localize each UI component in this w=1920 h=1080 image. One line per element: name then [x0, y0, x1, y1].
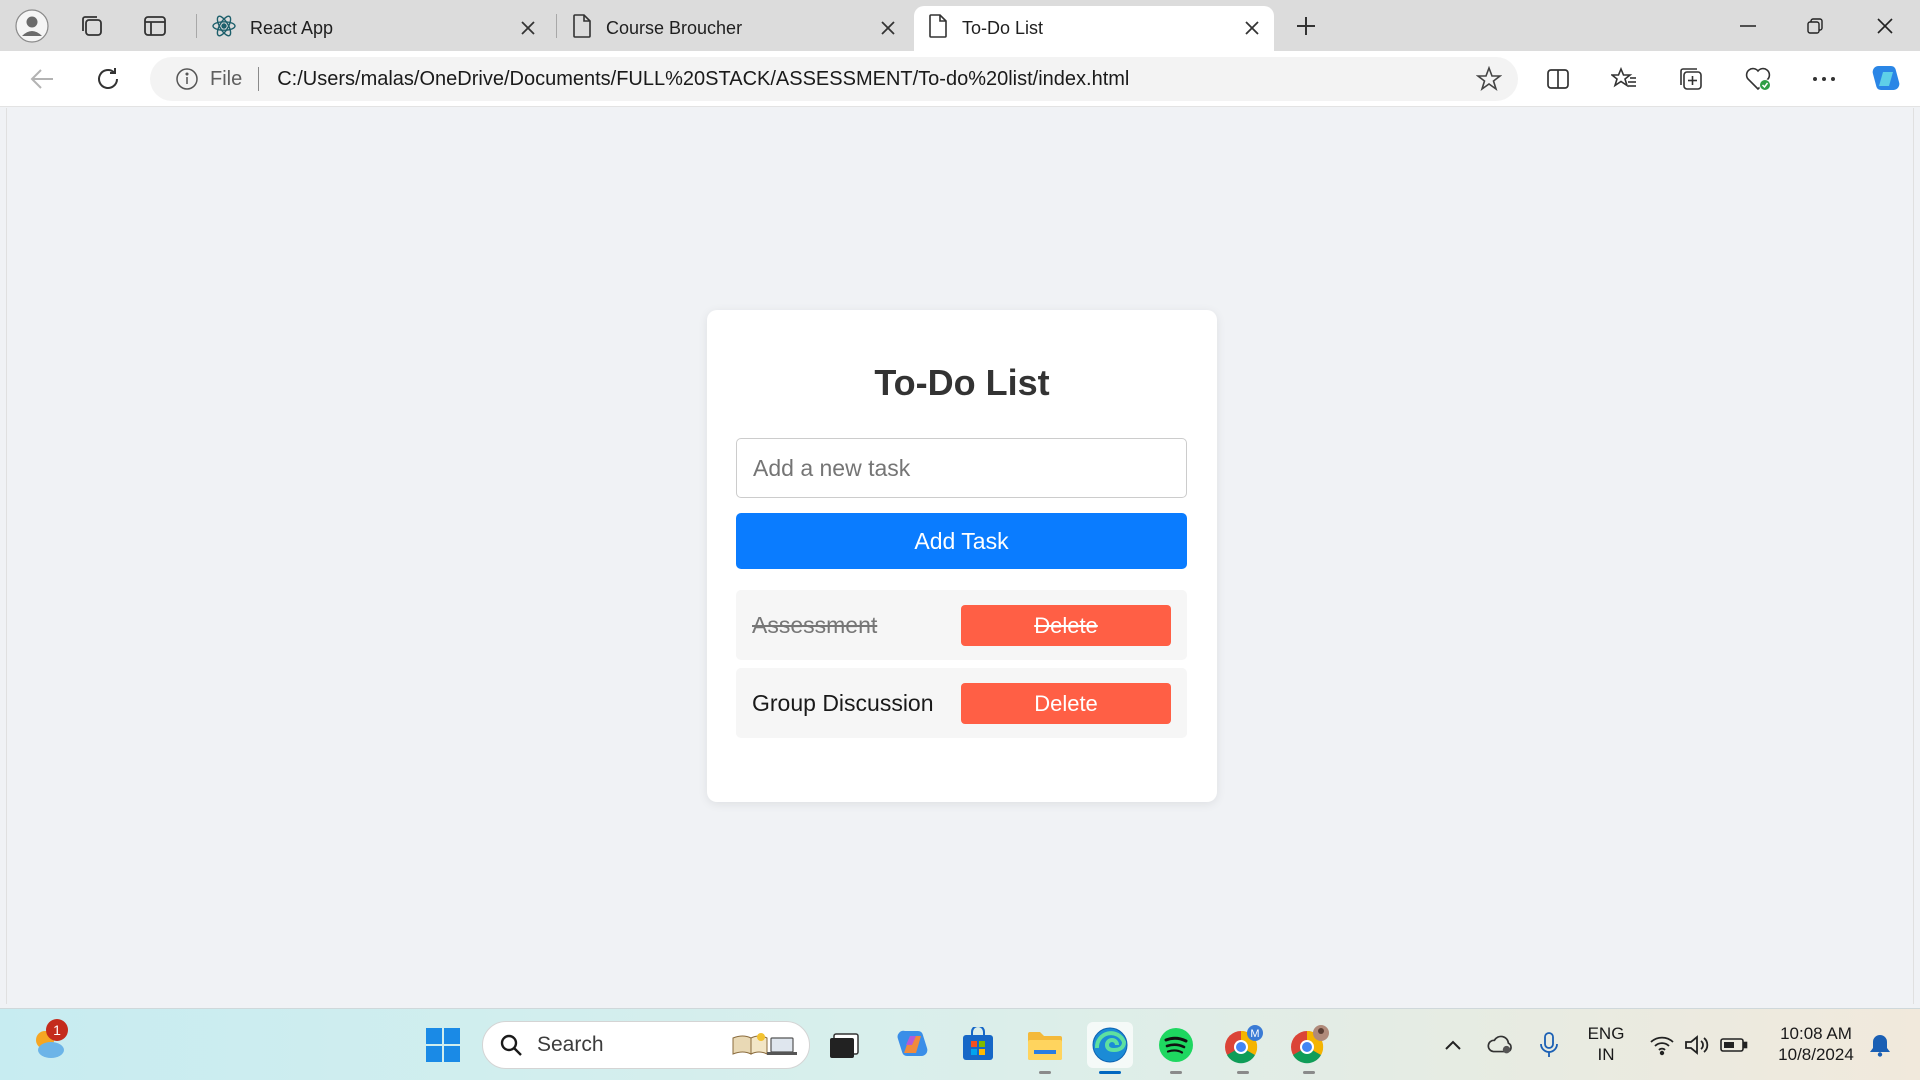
region-code: IN — [1597, 1045, 1615, 1064]
task-text[interactable]: Group Discussion — [752, 690, 934, 717]
system-clock[interactable]: 10:08 AM 10/8/2024 — [1764, 1023, 1868, 1065]
close-icon[interactable] — [516, 16, 540, 40]
more-options-icon[interactable] — [1804, 59, 1844, 99]
microsoft-store-icon[interactable] — [955, 1022, 1001, 1068]
svg-text:M: M — [1250, 1028, 1259, 1040]
url-text[interactable]: C:/Users/malas/OneDrive/Documents/FULL%2… — [277, 68, 1129, 91]
minimize-icon[interactable] — [1715, 0, 1781, 51]
edge-browser-icon[interactable] — [1087, 1022, 1133, 1074]
tab-title: To-Do List — [962, 18, 1044, 38]
notification-bell-icon[interactable] — [1866, 1031, 1894, 1059]
new-task-input[interactable] — [736, 438, 1187, 498]
taskbar-search[interactable]: Search — [482, 1021, 810, 1069]
search-icon — [497, 1031, 525, 1059]
battery-icon[interactable] — [1720, 1031, 1748, 1059]
search-highlight-icon — [731, 1032, 797, 1058]
clock-time: 10:08 AM — [1780, 1024, 1852, 1043]
close-window-icon[interactable] — [1852, 0, 1918, 51]
chrome-profile-photo-icon[interactable] — [1286, 1022, 1332, 1074]
split-screen-icon[interactable] — [1538, 59, 1578, 99]
browser-toolbar: File C:/Users/malas/OneDrive/Documents/F… — [0, 51, 1920, 107]
task-view-icon[interactable] — [821, 1022, 867, 1068]
refresh-icon[interactable] — [88, 59, 128, 99]
volume-icon[interactable] — [1684, 1031, 1712, 1059]
clock-date: 10/8/2024 — [1778, 1045, 1854, 1064]
file-explorer-icon[interactable] — [1022, 1022, 1068, 1074]
copilot-app-icon[interactable] — [889, 1022, 935, 1068]
tab-title: Course Broucher — [606, 18, 743, 38]
microphone-icon[interactable] — [1535, 1031, 1563, 1059]
restore-icon[interactable] — [1782, 0, 1848, 51]
task-text[interactable]: Assessment — [752, 612, 877, 639]
windows-taskbar: 1 Search M ENG IN 10:08 AM 10/8/2024 — [0, 1008, 1920, 1080]
collections-icon[interactable] — [1671, 59, 1711, 99]
chrome-profile-m-icon[interactable]: M — [1220, 1022, 1266, 1074]
new-tab-icon[interactable] — [1287, 7, 1325, 45]
language-code: ENG — [1587, 1024, 1625, 1043]
copilot-icon[interactable] — [1866, 59, 1906, 99]
tab-course-broucher[interactable]: Course Broucher — [558, 6, 910, 51]
favorites-icon[interactable] — [1604, 59, 1644, 99]
search-placeholder: Search — [537, 1033, 604, 1056]
close-icon[interactable] — [876, 16, 900, 40]
delete-button[interactable]: Delete — [961, 683, 1171, 724]
tab-react-app[interactable]: React App — [198, 6, 550, 51]
notification-badge: 1 — [46, 1019, 68, 1041]
workspaces-icon[interactable] — [73, 7, 111, 45]
favorite-star-icon[interactable] — [1474, 64, 1504, 94]
tab-title: React App — [250, 18, 334, 38]
page-icon — [928, 14, 948, 43]
delete-button[interactable]: Delete — [961, 605, 1171, 646]
address-bar[interactable]: File C:/Users/malas/OneDrive/Documents/F… — [150, 57, 1518, 101]
back-icon[interactable] — [22, 59, 62, 99]
close-icon[interactable] — [1240, 16, 1264, 40]
browser-essentials-icon[interactable] — [1738, 59, 1778, 99]
wifi-icon[interactable] — [1648, 1031, 1676, 1059]
chevron-up-icon[interactable] — [1439, 1031, 1467, 1059]
page-icon — [572, 14, 592, 43]
react-icon — [212, 14, 236, 43]
tab-todo-list[interactable]: To-Do List — [914, 6, 1274, 51]
page-viewport: To-Do List Add Task Assessment Delete Gr… — [6, 108, 1914, 1004]
info-icon[interactable] — [174, 66, 200, 92]
protocol-label: File — [210, 67, 243, 90]
profile-avatar-icon[interactable] — [13, 7, 51, 45]
add-task-button[interactable]: Add Task — [736, 513, 1187, 569]
onedrive-icon[interactable] — [1486, 1031, 1514, 1059]
spotify-icon[interactable] — [1153, 1022, 1199, 1074]
page-title: To-Do List — [874, 362, 1050, 403]
task-item[interactable]: Group Discussion Delete — [736, 668, 1187, 738]
todo-card: To-Do List Add Task Assessment Delete Gr… — [707, 310, 1217, 802]
language-indicator[interactable]: ENG IN — [1580, 1023, 1632, 1065]
task-item[interactable]: Assessment Delete — [736, 590, 1187, 660]
browser-titlebar: React App Course Broucher To-Do List — [0, 0, 1920, 51]
tab-actions-icon[interactable] — [136, 7, 174, 45]
start-windows-icon[interactable] — [420, 1022, 466, 1068]
